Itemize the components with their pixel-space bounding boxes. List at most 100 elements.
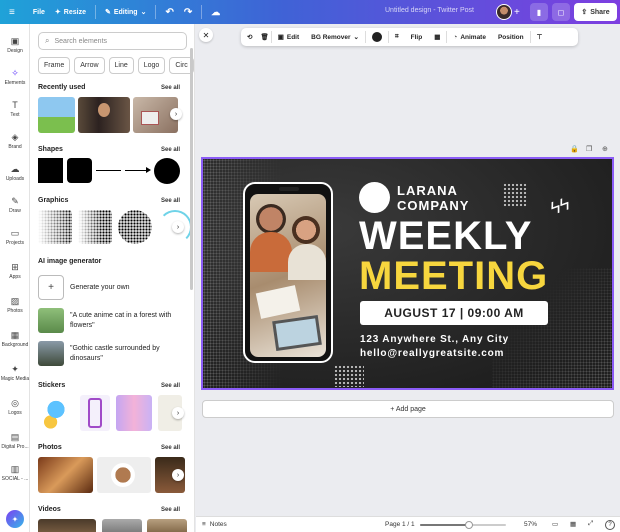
edit-image-button[interactable]: ▣ Edit — [272, 33, 305, 42]
rail-item-design[interactable]: ▣ Design — [0, 36, 30, 54]
see-all-photos[interactable]: See all — [161, 445, 180, 451]
delete-button[interactable]: 🗑 — [258, 33, 270, 41]
ai-prompt-castle[interactable]: "Gothic castle surrounded by dinosaurs" — [38, 341, 180, 366]
rail-item-elements[interactable]: ✧ Elements — [0, 68, 30, 86]
recent-portrait-thumb[interactable] — [78, 97, 130, 133]
phone-sticker[interactable] — [80, 395, 110, 431]
undo-button[interactable]: ↶ — [160, 3, 178, 21]
rail-item-projects[interactable]: ▭ Projects — [0, 228, 30, 246]
headline-weekly[interactable]: WEEKLY — [359, 215, 532, 257]
line-shape[interactable] — [96, 170, 121, 171]
rail-item-digital-pro[interactable]: ▤ Digital Pro... — [0, 432, 30, 450]
add-page-button[interactable]: + Add page — [202, 400, 614, 418]
headline-meeting[interactable]: MEETING — [359, 255, 548, 297]
generate-own-row[interactable]: + Generate your own — [38, 275, 130, 300]
rail-item-apps[interactable]: ⊞ Apps — [0, 262, 30, 280]
zoom-slider-thumb[interactable] — [465, 521, 474, 529]
chip-frame[interactable]: Frame — [38, 57, 71, 74]
phone-mockup[interactable] — [243, 182, 333, 363]
recent-landscape-thumb[interactable] — [38, 97, 75, 133]
video-thumb-2[interactable] — [102, 519, 142, 532]
add-page-icon-button[interactable]: ⊕ — [602, 145, 608, 153]
redo-button[interactable]: ↷ — [179, 3, 197, 21]
halftone-graphic-3[interactable] — [118, 210, 152, 244]
insights-button[interactable]: ▮ — [530, 3, 548, 21]
help-button[interactable]: ? — [605, 520, 615, 530]
zoom-slider-track[interactable] — [420, 521, 506, 529]
address-text[interactable]: 123 Anywhere St., Any City — [360, 334, 509, 345]
close-panel-button[interactable]: ✕ — [199, 28, 213, 42]
notes-button[interactable]: ≡ Notes — [202, 521, 227, 528]
duplicate-page-button[interactable]: ❐ — [586, 145, 592, 153]
chip-line[interactable]: Line — [108, 57, 134, 74]
pages-view-button[interactable]: ▭ — [552, 520, 558, 528]
rail-item-uploads[interactable]: ☁ Uploads — [0, 164, 30, 182]
bg-remover-button[interactable]: BG Remover ⌄ — [305, 33, 365, 42]
rail-item-brand[interactable]: ◈ Brand — [0, 132, 30, 150]
fullscreen-button[interactable]: ⤢ — [588, 520, 593, 528]
email-text[interactable]: hello@reallygreatsite.com — [360, 348, 504, 359]
rail-item-background[interactable]: ▦ Background — [0, 330, 30, 348]
ai-prompt-cat[interactable]: "A cute anime cat in a forest with flowe… — [38, 308, 180, 333]
halftone-graphic-1[interactable] — [38, 210, 72, 244]
add-collaborator-button[interactable]: + — [514, 7, 520, 18]
see-all-videos[interactable]: See all — [161, 507, 180, 513]
design-canvas[interactable]: LARANA COMPANY ϟϟ WEEKLY MEETING AUGUST … — [201, 157, 614, 390]
carousel-next-button[interactable]: › — [172, 407, 184, 419]
panel-scrollbar[interactable] — [190, 48, 193, 290]
position-button[interactable]: Position — [492, 34, 530, 41]
lock-page-button[interactable]: 🔒 — [570, 145, 579, 153]
halftone-graphic-2[interactable] — [78, 210, 112, 244]
video-thumb-3[interactable] — [147, 519, 187, 532]
carousel-next-button[interactable]: › — [170, 108, 182, 120]
resize-button[interactable]: ✦ Resize — [50, 3, 91, 21]
carousel-next-button[interactable]: › — [172, 469, 184, 481]
company-name-line1[interactable]: LARANA — [397, 183, 458, 198]
cloud-save-button[interactable]: ☁ — [206, 3, 225, 21]
rail-item-text[interactable]: T Text — [0, 100, 30, 118]
coffee-photo[interactable] — [97, 457, 151, 493]
color-button[interactable] — [366, 32, 388, 42]
see-all-stickers[interactable]: See all — [161, 383, 180, 389]
company-name-line2[interactable]: COMPANY — [397, 198, 469, 213]
rail-item-photos[interactable]: ▨ Photos — [0, 296, 30, 314]
editing-mode-dropdown[interactable]: ✎ Editing ⌄ — [100, 3, 151, 21]
chip-arrow[interactable]: Arrow — [74, 57, 105, 74]
search-input[interactable]: ⌕ Search elements — [38, 32, 187, 50]
see-all-graphics[interactable]: See all — [161, 198, 180, 204]
avatar[interactable] — [496, 4, 512, 20]
circle-shape[interactable] — [154, 158, 180, 184]
animate-button[interactable]: ◔ Animate — [447, 34, 492, 41]
menu-button[interactable]: ≡ — [4, 3, 20, 21]
see-all-recently-used[interactable]: See all — [161, 85, 180, 91]
datetime-box[interactable]: AUGUST 17 | 09:00 AM — [360, 301, 548, 325]
transparency-button[interactable]: ▦ — [428, 33, 446, 41]
rail-item-draw[interactable]: ✎ Draw — [0, 196, 30, 214]
document-title[interactable]: Untitled design - Twitter Post — [385, 7, 474, 14]
video-thumb-1[interactable] — [38, 519, 96, 532]
paint-format-button[interactable]: ⊤ — [531, 33, 549, 41]
chip-logo[interactable]: Logo — [137, 57, 166, 74]
zoom-value[interactable]: 57% — [524, 521, 537, 528]
rail-item-logos[interactable]: ◎ Logos — [0, 398, 30, 416]
see-all-shapes[interactable]: See all — [161, 147, 180, 153]
robot-sticker[interactable] — [38, 395, 74, 431]
grid-view-button[interactable]: ▦ — [570, 520, 576, 528]
replace-button[interactable]: ⟲ — [241, 33, 258, 41]
rounded-square-shape[interactable] — [67, 158, 92, 183]
magic-assistant-button[interactable]: ✦ — [6, 510, 24, 528]
rail-item-social[interactable]: ▥ SOCIAL - ... — [0, 464, 30, 482]
crop-button[interactable]: ⌗ — [389, 33, 405, 41]
gradient-sticker[interactable] — [116, 395, 152, 431]
rail-item-magic-media[interactable]: ✦ Magic Media — [0, 364, 30, 382]
page-indicator[interactable]: Page 1 / 1 — [385, 521, 415, 528]
company-logo-circle[interactable] — [359, 182, 390, 213]
flip-button[interactable]: Flip — [405, 34, 429, 41]
carousel-next-button[interactable]: › — [172, 221, 184, 233]
arrow-shape[interactable] — [125, 170, 147, 171]
food-photo[interactable] — [38, 457, 93, 493]
comments-button[interactable]: ◻ — [552, 3, 570, 21]
share-button[interactable]: ⇪ Share — [574, 3, 617, 21]
square-shape[interactable] — [38, 158, 63, 183]
file-menu[interactable]: File — [28, 3, 50, 21]
